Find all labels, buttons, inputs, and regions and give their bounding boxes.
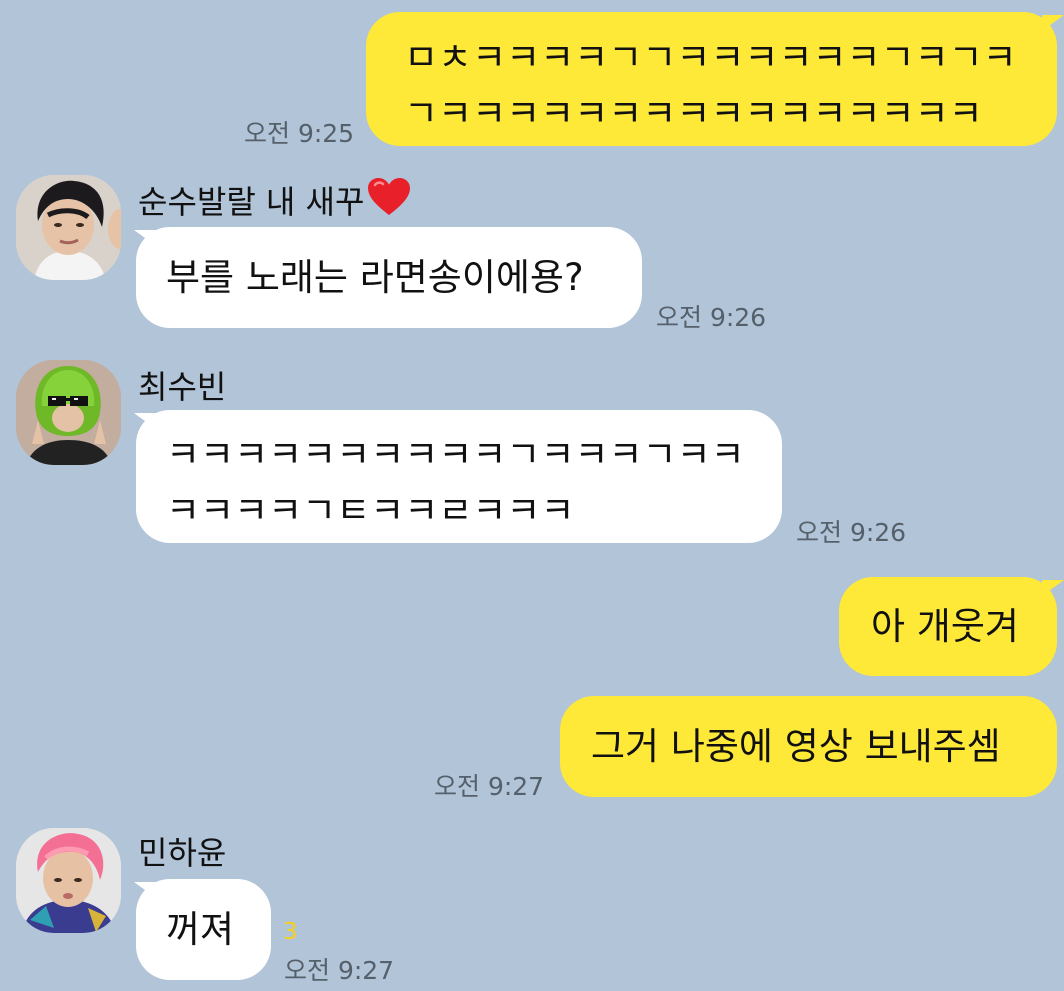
- message-bubble[interactable]: 그거 나중에 영상 보내주셈: [560, 696, 1057, 797]
- timestamp: 오전 9:26: [796, 518, 907, 547]
- avatar[interactable]: [16, 360, 121, 465]
- avatar[interactable]: [16, 828, 121, 933]
- unread-count: 3: [283, 919, 298, 945]
- timestamp: 오전 9:27: [434, 772, 545, 801]
- message-text: 그거 나중에 영상 보내주셈: [591, 725, 1001, 768]
- message-bubble[interactable]: 꺼져: [136, 879, 271, 980]
- message-text: 꺼져: [166, 908, 235, 951]
- sender-name: 최수빈: [138, 368, 227, 406]
- timestamp: 오전 9:27: [284, 956, 395, 985]
- bubble-tail: [1042, 580, 1064, 596]
- message-bubble[interactable]: 아 개웃겨: [839, 577, 1057, 676]
- timestamp: 오전 9:26: [656, 303, 767, 332]
- message-bubble[interactable]: ㅋㅋㅋㅋㅋㅋㅋㅋㅋㅋㄱㅋㅋㅋㄱㅋㅋ ㅋㅋㅋㅋㄱㅌㅋㅋㄹㅋㅋㅋ: [136, 410, 782, 543]
- message-bubble[interactable]: 부를 노래는 라면송이에용?: [136, 227, 642, 328]
- message-text: 아 개웃겨: [871, 605, 1019, 648]
- avatar[interactable]: [16, 175, 121, 280]
- message-text: 부를 노래는 라면송이에용?: [166, 256, 584, 299]
- sender-name-text: 순수발랄 내 새꾸: [138, 183, 365, 221]
- sender-name: 순수발랄 내 새꾸: [138, 177, 412, 225]
- bubble-tail: [1042, 15, 1064, 31]
- timestamp: 오전 9:25: [244, 119, 355, 148]
- sender-name: 민하윤: [138, 834, 227, 872]
- message-text-line: ㄱㅋㅋㅋㅋㅋㅋㅋㅋㅋㅋㅋㅋㅋㅋㅋㅋ: [404, 91, 983, 135]
- message-text-line: ㅋㅋㅋㅋㅋㅋㅋㅋㅋㅋㄱㅋㅋㅋㄱㅋㅋ: [166, 433, 745, 476]
- heart-icon: [366, 177, 412, 225]
- message-text-line: ㅁㅊㅋㅋㅋㅋㄱㄱㅋㅋㅋㅋㅋㅋㄱㅋㄱㅋ: [404, 36, 1017, 79]
- message-bubble[interactable]: ㅁㅊㅋㅋㅋㅋㄱㄱㅋㅋㅋㅋㅋㅋㄱㅋㄱㅋ ㄱㅋㅋㅋㅋㅋㅋㅋㅋㅋㅋㅋㅋㅋㅋㅋㅋ: [366, 12, 1057, 146]
- message-text-line: ㅋㅋㅋㅋㄱㅌㅋㅋㄹㅋㅋㅋ: [166, 488, 575, 532]
